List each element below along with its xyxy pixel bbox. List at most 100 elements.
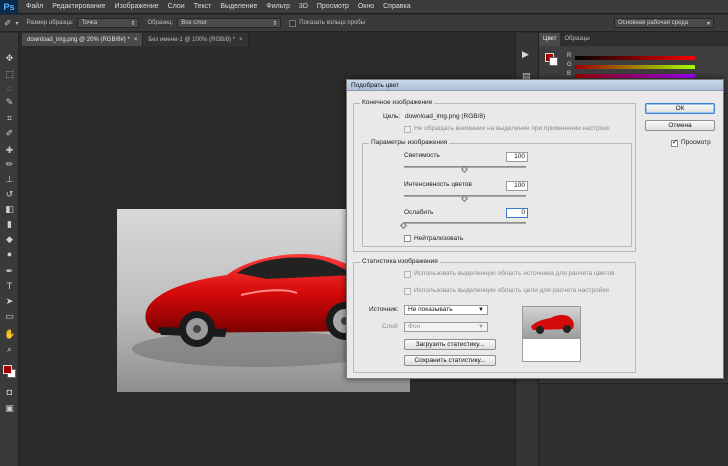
- menu-type[interactable]: Текст: [194, 3, 212, 10]
- eyedropper-icon[interactable]: ✐: [4, 18, 12, 29]
- tool-preset-arrow-icon[interactable]: ▾: [16, 20, 19, 27]
- sample-size-label: Размер образца:: [26, 20, 74, 26]
- type-tool-icon[interactable]: T: [4, 281, 15, 292]
- dodge-tool-icon[interactable]: ●: [4, 249, 15, 260]
- menu-select[interactable]: Выделение: [220, 3, 257, 10]
- close-icon[interactable]: ×: [134, 37, 138, 43]
- photoshop-window: Ps Файл Редактирование Изображение Слои …: [0, 0, 728, 466]
- show-ring-checkbox[interactable]: [289, 19, 297, 27]
- use-target-selection-checkbox[interactable]: [404, 288, 411, 295]
- pen-tool-icon[interactable]: ✒: [4, 266, 15, 277]
- menu-filter[interactable]: Фильтр: [266, 3, 290, 10]
- g-slider[interactable]: [575, 65, 695, 69]
- target-value: download_img.png (RGB/8): [405, 113, 486, 120]
- dropdown-arrow-icon: ▼: [478, 307, 484, 313]
- healing-tool-icon[interactable]: ✚: [4, 145, 15, 156]
- tab-color[interactable]: Цвет: [539, 33, 561, 46]
- load-statistics-button[interactable]: Загрузить статистику...: [404, 339, 496, 350]
- channel-b-label: B: [567, 71, 572, 77]
- crop-tool-icon[interactable]: ⌗: [4, 113, 15, 124]
- preview-label: Просмотр: [681, 139, 711, 146]
- lasso-tool-icon[interactable]: ◌: [4, 83, 15, 94]
- close-icon[interactable]: ×: [239, 37, 243, 43]
- quick-select-tool-icon[interactable]: ✎: [4, 97, 15, 108]
- sample-select[interactable]: Все слои ⇕: [177, 18, 282, 28]
- menu-file[interactable]: Файл: [26, 3, 43, 10]
- menu-image[interactable]: Изображение: [115, 3, 159, 10]
- eraser-tool-icon[interactable]: ◧: [4, 204, 15, 215]
- tab-label: download_img.png @ 20% (RGB/8#) *: [27, 36, 130, 43]
- luminance-label: Светимость: [404, 152, 440, 159]
- shape-tool-icon[interactable]: ▭: [4, 311, 15, 322]
- intensity-input[interactable]: 100: [506, 181, 528, 191]
- blur-tool-icon[interactable]: ◆: [4, 234, 15, 245]
- move-tool-icon[interactable]: ✥: [4, 53, 15, 64]
- thumbnail-image: [523, 307, 580, 339]
- tab-swatches[interactable]: Образцы: [560, 33, 593, 46]
- stamp-tool-icon[interactable]: ⊥: [4, 174, 15, 185]
- tab-label: Без имени-1 @ 100% (RGB/8) *: [148, 36, 236, 43]
- show-ring-label: Показать кольцо пробы: [299, 20, 366, 26]
- menu-layers[interactable]: Слои: [168, 3, 185, 10]
- use-target-selection-label: Использовать выделенную область цели для…: [414, 287, 609, 294]
- screen-mode-icon[interactable]: ▣: [4, 403, 15, 414]
- tab-untitled-1[interactable]: Без имени-1 @ 100% (RGB/8) * ×: [143, 33, 249, 46]
- panel-bg-swatch[interactable]: [549, 57, 558, 66]
- tools-panel: ✥ ⬚ ◌ ✎ ⌗ ✐ ✚ ✏ ⊥ ↺ ◧ ▮ ◆ ● ✒ T ➤ ▭ ✋ ⌕ …: [0, 33, 19, 466]
- layer-select[interactable]: Фон ▼: [404, 322, 488, 332]
- source-label: Источник:: [369, 306, 399, 313]
- menu-window[interactable]: Окно: [358, 3, 374, 10]
- fade-slider[interactable]: [404, 222, 526, 224]
- r-slider[interactable]: [575, 56, 695, 60]
- menu-edit[interactable]: Редактирование: [52, 3, 105, 10]
- menu-view[interactable]: Просмотр: [317, 3, 349, 10]
- color-panel-tabs: Цвет Образцы: [539, 33, 728, 46]
- chevron-down-icon: ▾: [706, 20, 710, 27]
- use-source-selection-checkbox[interactable]: [404, 271, 411, 278]
- options-bar: ✐ ▾ Размер образца: Точка ⇕ Образец: Все …: [0, 15, 728, 32]
- cancel-button[interactable]: Отмена: [645, 120, 715, 131]
- brush-tool-icon[interactable]: ✏: [4, 159, 15, 170]
- stats-group-legend: Статистика изображения: [360, 258, 440, 265]
- luminance-input[interactable]: 100: [506, 152, 528, 162]
- dialog-title: Подобрать цвет: [347, 80, 723, 91]
- channel-g-label: G: [567, 62, 572, 68]
- ignore-selection-label: Не обращать внимания на выделение при пр…: [414, 125, 610, 132]
- target-group-legend: Конечное изображение: [360, 99, 435, 106]
- layer-label: Слой: [382, 323, 398, 330]
- gradient-tool-icon[interactable]: ▮: [4, 219, 15, 230]
- b-slider[interactable]: [575, 74, 695, 78]
- marquee-tool-icon[interactable]: ⬚: [4, 69, 15, 80]
- source-select[interactable]: Не показывать ▼: [404, 305, 488, 315]
- ignore-selection-checkbox[interactable]: [404, 126, 411, 133]
- hand-tool-icon[interactable]: ✋: [4, 329, 15, 340]
- dropdown-arrow-icon: ▼: [478, 324, 484, 330]
- intensity-label: Интенсивность цветов: [404, 181, 472, 188]
- preview-checkbox[interactable]: [671, 138, 678, 147]
- chevron-down-icon: ⇕: [130, 20, 136, 27]
- workspace-select[interactable]: Основная рабочая среда ▾: [614, 18, 714, 28]
- sample-size-value: Точка: [81, 20, 98, 26]
- sample-value: Все слои: [181, 20, 207, 26]
- fade-input[interactable]: 0: [506, 208, 528, 218]
- sample-label: Образец:: [147, 20, 174, 26]
- menu-help[interactable]: Справка: [383, 3, 410, 10]
- menu-bar: Ps Файл Редактирование Изображение Слои …: [0, 0, 728, 14]
- foreground-color-swatch[interactable]: [3, 365, 12, 374]
- zoom-tool-icon[interactable]: ⌕: [4, 344, 15, 355]
- eyedropper-tool-icon[interactable]: ✐: [4, 128, 15, 139]
- ok-button[interactable]: ОК: [645, 103, 715, 114]
- tab-download-img[interactable]: download_img.png @ 20% (RGB/8#) * ×: [22, 33, 144, 46]
- quick-mask-icon[interactable]: ◘: [4, 387, 15, 398]
- app-logo: Ps: [0, 0, 18, 14]
- neutralize-checkbox[interactable]: [404, 235, 411, 242]
- menu-3d[interactable]: 3D: [299, 3, 308, 10]
- sample-size-select[interactable]: Точка ⇕: [77, 18, 140, 28]
- save-statistics-button[interactable]: Сохранить статистику...: [404, 355, 496, 366]
- fade-label: Ослабить: [404, 209, 434, 216]
- history-brush-icon[interactable]: ↺: [4, 189, 15, 200]
- chevron-down-icon: ⇕: [272, 20, 278, 27]
- red-car-thumbnail: [531, 314, 574, 334]
- play-icon[interactable]: ▶: [522, 49, 529, 60]
- path-select-tool-icon[interactable]: ➤: [4, 296, 15, 307]
